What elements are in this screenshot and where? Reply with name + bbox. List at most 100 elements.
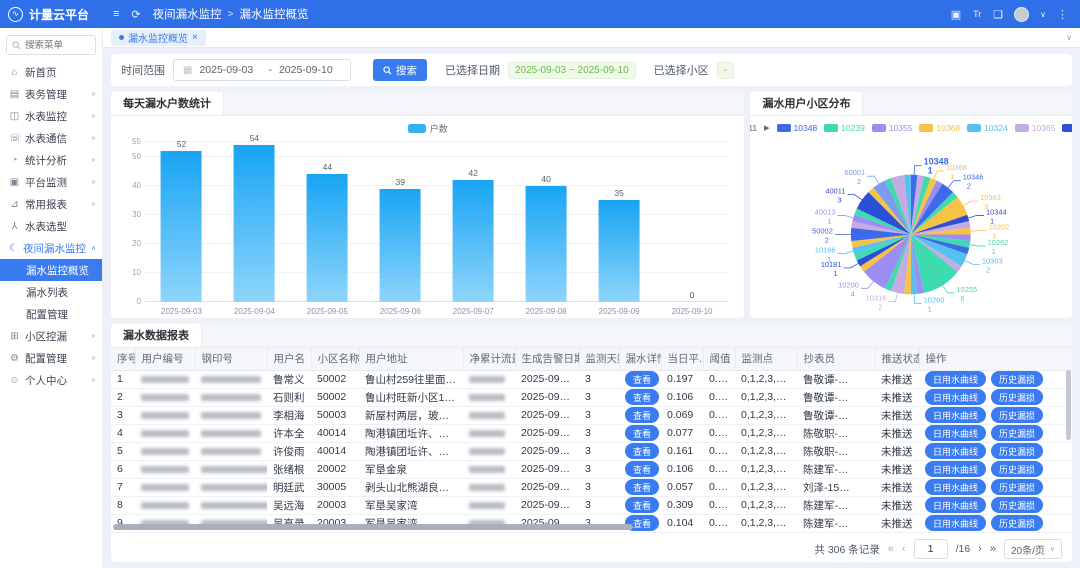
selected-community-label: 已选择小区 xyxy=(654,62,709,78)
sidebar-item-水表通信[interactable]: ☏水表通信∨ xyxy=(0,127,102,149)
history-leak-button[interactable]: 历史漏损 xyxy=(991,461,1043,477)
sidebar-item-水表选型[interactable]: ⅄水表选型 xyxy=(0,215,102,237)
bar-chart-legend[interactable]: 户数 xyxy=(111,120,744,136)
sidebar-item-个人中心[interactable]: ☺个人中心∨ xyxy=(0,369,102,391)
cell-user-id xyxy=(135,478,195,496)
view-detail-button[interactable]: 查看 xyxy=(625,371,659,387)
sidebar-subitem-配置管理[interactable]: 配置管理 xyxy=(0,303,102,325)
tab-leak-overview[interactable]: 漏水监控概览 × xyxy=(111,30,206,46)
pie-legend-item-10239[interactable]: 10239 xyxy=(824,123,865,133)
view-detail-button[interactable]: 查看 xyxy=(625,461,659,477)
search-button[interactable]: 搜索 xyxy=(373,59,427,81)
translate-icon[interactable]: Tr xyxy=(972,8,982,20)
daily-water-curve-button[interactable]: 日用水曲线 xyxy=(925,407,986,423)
legend-next-icon[interactable]: ▶ xyxy=(764,124,769,132)
redacted-seal-no xyxy=(201,376,261,383)
history-leak-button[interactable]: 历史漏损 xyxy=(991,407,1043,423)
cell-seal-no xyxy=(195,406,267,424)
search-icon xyxy=(383,66,392,75)
history-leak-button[interactable]: 历史漏损 xyxy=(991,389,1043,405)
sidebar-item-平台监测[interactable]: ▣平台监测∨ xyxy=(0,171,102,193)
sidebar-item-统计分析[interactable]: ◔统计分析∨ xyxy=(0,149,102,171)
y-axis-tick: 55 xyxy=(119,137,141,146)
sidebar-item-配置管理[interactable]: ⚙配置管理∨ xyxy=(0,347,102,369)
date-range-picker[interactable]: ▦ - xyxy=(173,59,351,81)
cell-leak-detail: 查看 xyxy=(619,406,661,424)
history-leak-button[interactable]: 历史漏损 xyxy=(991,497,1043,513)
pie-legend-item-10368[interactable]: 10368 xyxy=(919,123,960,133)
menu-icon: ⅄ xyxy=(9,221,20,232)
history-leak-button[interactable]: 历史漏损 xyxy=(991,371,1043,387)
sidebar-item-label: 小区控漏 xyxy=(25,329,67,344)
view-detail-button[interactable]: 查看 xyxy=(625,407,659,423)
bar-2025-09-04[interactable] xyxy=(234,145,275,302)
bar-2025-09-05[interactable] xyxy=(307,174,348,302)
bar-2025-09-03[interactable] xyxy=(161,151,202,302)
history-leak-button[interactable]: 历史漏损 xyxy=(991,425,1043,441)
pie-legend-item-10324[interactable]: 10324 xyxy=(967,123,1008,133)
sidebar-item-表务管理[interactable]: ▤表务管理∨ xyxy=(0,83,102,105)
pie-label-line xyxy=(889,293,898,302)
sidebar-subitem-漏水监控概览[interactable]: 漏水监控概览 xyxy=(0,259,102,281)
vertical-scrollbar[interactable] xyxy=(1066,370,1071,520)
date-end-input[interactable] xyxy=(279,64,341,76)
sidebar-item-常用报表[interactable]: ⊿常用报表∨ xyxy=(0,193,102,215)
first-page-button[interactable]: « xyxy=(888,543,894,555)
sidebar-collapse-icon[interactable]: ≡ xyxy=(113,8,119,20)
daily-water-curve-button[interactable]: 日用水曲线 xyxy=(925,425,986,441)
selected-community-tag: - xyxy=(717,62,734,79)
horizontal-scrollbar[interactable] xyxy=(113,524,952,530)
next-page-button[interactable]: › xyxy=(978,543,982,555)
screenshot-icon[interactable]: ▣ xyxy=(951,8,961,21)
tabbar-chevron-down-icon[interactable]: ∨ xyxy=(1066,33,1072,42)
view-detail-button[interactable]: 查看 xyxy=(625,389,659,405)
date-start-input[interactable] xyxy=(199,64,261,76)
pie-legend-item-10348[interactable]: 10348 xyxy=(777,123,818,133)
menu-search-input[interactable] xyxy=(25,40,85,51)
sidebar-item-新首页[interactable]: ⌂新首页 xyxy=(0,61,102,83)
pie-legend-item-103[interactable]: 103 xyxy=(1062,123,1072,133)
view-detail-button[interactable]: 查看 xyxy=(625,497,659,513)
page-number-input[interactable] xyxy=(914,539,948,559)
user-dropdown-icon[interactable]: ∨ xyxy=(1040,10,1046,19)
pie-legend-item-10355[interactable]: 10355 xyxy=(872,123,913,133)
daily-water-curve-button[interactable]: 日用水曲线 xyxy=(925,461,986,477)
user-avatar[interactable] xyxy=(1014,7,1029,22)
sidebar-item-小区控漏[interactable]: ⊞小区控漏∨ xyxy=(0,325,102,347)
history-leak-button[interactable]: 历史漏损 xyxy=(991,479,1043,495)
sidebar-subitem-漏水列表[interactable]: 漏水列表 xyxy=(0,281,102,303)
pie-label-line xyxy=(868,176,880,184)
bar-2025-09-09[interactable] xyxy=(599,200,640,302)
daily-water-curve-button[interactable]: 日用水曲线 xyxy=(925,389,986,405)
sidebar-item-夜间漏水监控[interactable]: ☾夜间漏水监控∧ xyxy=(0,237,102,259)
daily-water-curve-button[interactable]: 日用水曲线 xyxy=(925,443,986,459)
last-page-button[interactable]: » xyxy=(990,543,996,555)
cell-daily-avg: 0.057 xyxy=(661,478,703,496)
history-leak-button[interactable]: 历史漏损 xyxy=(991,443,1043,459)
daily-water-curve-button[interactable]: 日用水曲线 xyxy=(925,479,986,495)
filter-bar: 时间范围 ▦ - 搜索 已选择日期 2025-09-03 ~ 2025-09-1… xyxy=(111,54,1072,86)
daily-water-curve-button[interactable]: 日用水曲线 xyxy=(925,371,986,387)
view-detail-button[interactable]: 查看 xyxy=(625,443,659,459)
history-leak-button[interactable]: 历史漏损 xyxy=(991,515,1043,531)
breadcrumb-parent[interactable]: 夜间漏水监控 xyxy=(153,6,222,22)
pie-legend-item-10365[interactable]: 10365 xyxy=(1015,123,1056,133)
more-menu-icon[interactable]: ⋮ xyxy=(1057,8,1068,21)
tab-close-icon[interactable]: × xyxy=(192,32,198,43)
fullscreen-icon[interactable]: ❏ xyxy=(993,8,1003,21)
daily-water-curve-button[interactable]: 日用水曲线 xyxy=(925,497,986,513)
cell-threshold: 0.05 xyxy=(703,460,735,478)
cell-monitor-points: 0,1,2,3,4,5,6 xyxy=(735,406,797,424)
sidebar-item-水表监控[interactable]: ◫水表监控∨ xyxy=(0,105,102,127)
view-detail-button[interactable]: 查看 xyxy=(625,479,659,495)
cell-leak-detail: 查看 xyxy=(619,460,661,478)
bar-2025-09-08[interactable] xyxy=(526,186,567,302)
bar-2025-09-06[interactable] xyxy=(380,189,421,302)
bar-2025-09-07[interactable] xyxy=(453,180,494,302)
menu-search[interactable] xyxy=(6,35,96,55)
redacted-user-id xyxy=(141,502,189,509)
prev-page-button[interactable]: ‹ xyxy=(902,543,906,555)
view-detail-button[interactable]: 查看 xyxy=(625,425,659,441)
refresh-icon[interactable]: ⟳ xyxy=(131,8,140,21)
page-size-select[interactable]: 20条/页 ∨ xyxy=(1004,539,1062,559)
